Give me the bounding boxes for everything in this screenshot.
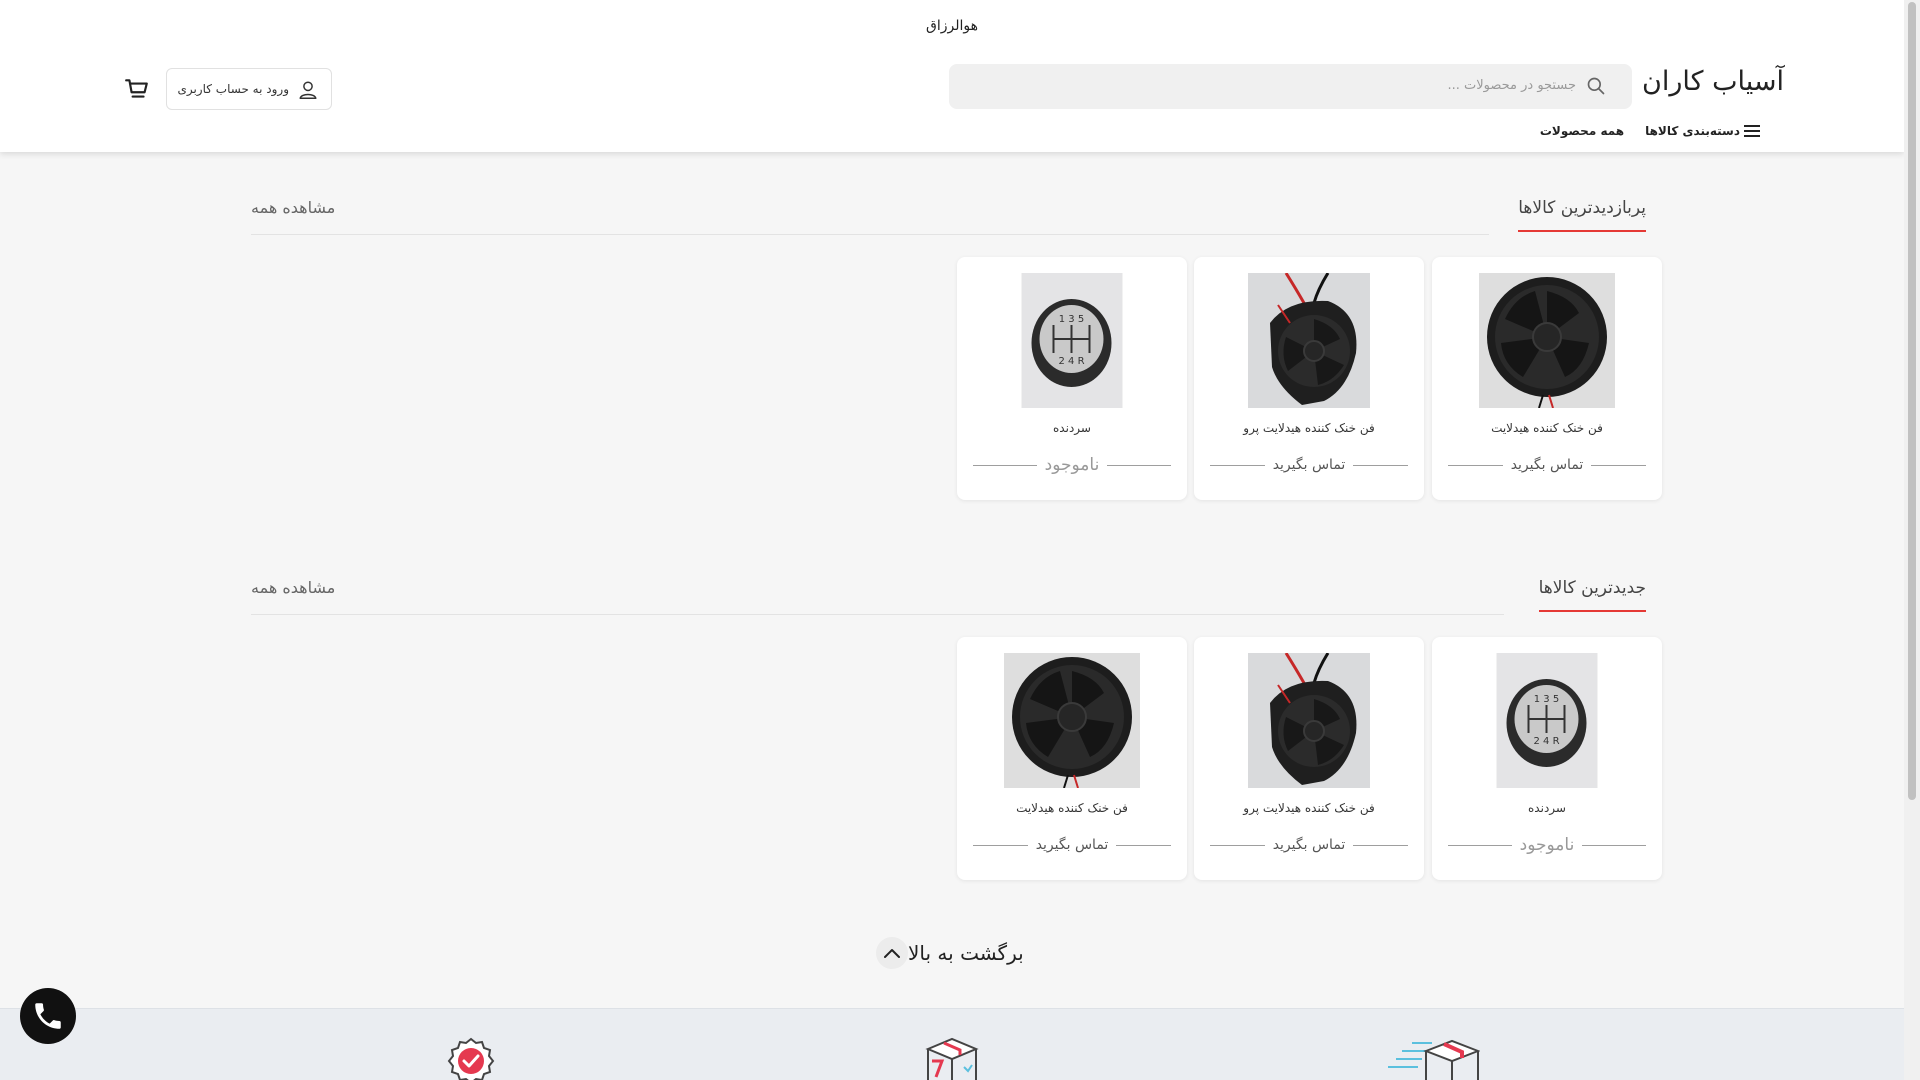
product-status: ناموجود [972, 453, 1171, 477]
product-image-fan [1004, 653, 1140, 788]
gear-knob-bottom-digits: 2 4 R [1533, 736, 1559, 747]
nav-categories[interactable]: دسته‌بندی کالاها [1645, 124, 1760, 138]
section-title: پربازدیدترین کالاها [1518, 198, 1646, 232]
chevron-up-icon [876, 937, 908, 969]
product-status: ناموجود [1447, 833, 1646, 857]
product-card[interactable]: فن خنک کننده هیدلایت پرو تماس بگیرید [1194, 637, 1424, 880]
search-icon [1587, 77, 1605, 95]
site-logo[interactable]: آسیاب کاران [1642, 66, 1784, 97]
back-to-top-label: برگشت به بالا [908, 941, 1024, 965]
product-name: فن خنک کننده هیدلایت پرو [1243, 801, 1375, 815]
search-input[interactable]: جستجو در محصولات ... [949, 64, 1632, 109]
section-divider [251, 614, 1504, 615]
section-header: پربازدیدترین کالاها مشاهده همه [251, 190, 1654, 236]
product-status: تماس بگیرید [973, 833, 1171, 857]
product-image-fan-pro [1248, 273, 1370, 408]
product-card[interactable]: فن خنک کننده هیدلایت تماس بگیرید [957, 637, 1187, 880]
call-button[interactable] [20, 988, 76, 1044]
product-status: تماس بگیرید [1210, 833, 1408, 857]
product-card[interactable]: 1 3 5 2 4 R سردنده ناموجود [1432, 637, 1662, 880]
product-image-fan [1479, 273, 1615, 408]
status-label: تماس بگیرید [1272, 457, 1346, 473]
status-label: ناموجود [1044, 455, 1100, 475]
back-to-top-button[interactable]: برگشت به بالا [876, 937, 1032, 969]
product-card[interactable]: فن خنک کننده هیدلایت تماس بگیرید [1432, 257, 1662, 500]
status-label: تماس بگیرید [1035, 837, 1109, 853]
view-all-link[interactable]: مشاهده همه [251, 578, 335, 597]
cart-icon[interactable] [124, 76, 150, 102]
section-header: جدیدترین کالاها مشاهده همه [251, 570, 1654, 616]
nav-all-products[interactable]: همه محصولات [1540, 124, 1624, 138]
product-image-fan-pro [1248, 653, 1370, 788]
login-button[interactable]: ورود به حساب کاربری [166, 68, 332, 110]
product-status: تماس بگیرید [1210, 453, 1408, 477]
product-card[interactable]: فن خنک کننده هیدلایت پرو تماس بگیرید [1194, 257, 1424, 500]
gear-knob-top-digits: 1 3 5 [1059, 314, 1084, 325]
fast-delivery-icon [1388, 1039, 1480, 1080]
product-status: تماس بگیرید [1448, 453, 1646, 477]
section-divider [251, 234, 1489, 235]
site-header: هوالرزاق آسیاب کاران جستجو در محصولات ..… [0, 0, 1904, 152]
top-tagline: هوالرزاق [925, 18, 978, 34]
footer-features [0, 1008, 1904, 1080]
status-label: تماس بگیرید [1272, 837, 1346, 853]
nav-categories-label: دسته‌بندی کالاها [1645, 124, 1740, 138]
product-image-gear-knob: 1 3 5 2 4 R [1496, 653, 1598, 788]
view-all-link[interactable]: مشاهده همه [251, 198, 335, 217]
menu-icon [1744, 125, 1760, 137]
search-placeholder: جستجو در محصولات ... [1447, 78, 1576, 93]
seven-day-return-icon [925, 1037, 979, 1080]
status-label: ناموجود [1519, 835, 1575, 855]
gear-knob-top-digits: 1 3 5 [1534, 694, 1559, 705]
phone-icon [35, 1003, 61, 1029]
page-scrollbar[interactable] [1904, 0, 1920, 1080]
product-name: فن خنک کننده هیدلایت پرو [1243, 421, 1375, 435]
product-name: فن خنک کننده هیدلایت [1016, 801, 1128, 815]
verified-badge-icon [447, 1037, 495, 1080]
scrollbar-thumb[interactable] [1908, 2, 1916, 800]
gear-knob-bottom-digits: 2 4 R [1058, 356, 1084, 367]
user-icon [299, 81, 317, 99]
product-name: سردنده [1528, 801, 1566, 815]
login-label: ورود به حساب کاربری [177, 82, 289, 96]
section-title: جدیدترین کالاها [1538, 578, 1646, 612]
status-label: تماس بگیرید [1510, 457, 1584, 473]
main-nav: دسته‌بندی کالاها همه محصولات [1540, 124, 1760, 138]
product-card[interactable]: 1 3 5 2 4 R سردنده ناموجود [957, 257, 1187, 500]
product-image-gear-knob: 1 3 5 2 4 R [1021, 273, 1123, 408]
product-name: فن خنک کننده هیدلایت [1491, 421, 1603, 435]
product-name: سردنده [1053, 421, 1091, 435]
